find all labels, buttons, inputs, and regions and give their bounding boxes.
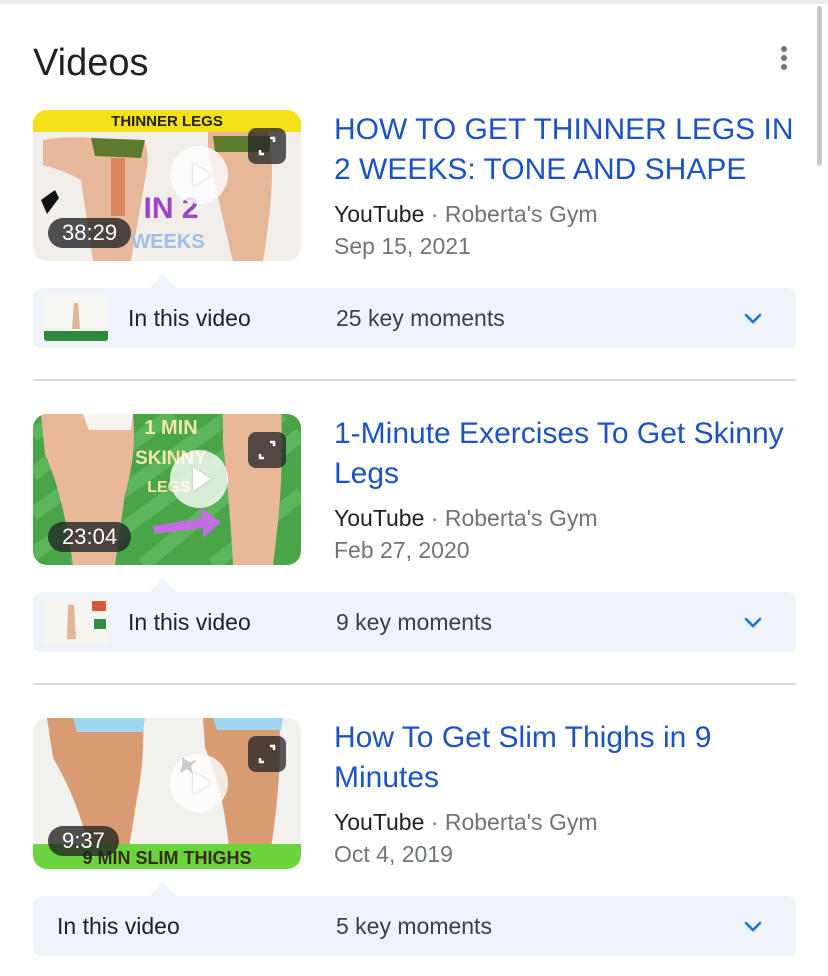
video-meta: YouTube · Roberta's Gym <box>334 198 598 230</box>
source-name: YouTube <box>334 201 425 227</box>
key-moments-toggle[interactable]: In this video 9 key moments <box>33 592 796 652</box>
panel-pointer <box>150 274 176 288</box>
expand-icon[interactable] <box>248 432 286 468</box>
video-title-link[interactable]: 1-Minute Exercises To Get Skinny Legs <box>334 414 804 494</box>
panel-pointer <box>150 578 176 592</box>
meta-separator: · <box>424 201 445 227</box>
key-moment-thumbnail <box>44 295 108 341</box>
thumb-caption: THINNER LEGS <box>111 113 223 130</box>
meta-separator: · <box>424 505 445 531</box>
publish-date: Feb 27, 2020 <box>334 537 470 563</box>
expand-icon[interactable] <box>248 736 286 772</box>
moments-count: 5 key moments <box>336 913 492 939</box>
video-meta: YouTube · Roberta's Gym <box>334 502 598 534</box>
source-name: YouTube <box>334 505 425 531</box>
top-border <box>0 0 828 4</box>
divider <box>33 379 796 381</box>
publish-date: Oct 4, 2019 <box>334 841 453 867</box>
moments-label: In this video <box>128 609 251 635</box>
video-result: 1 MIN SKINNY LEGS 23:04 1-Minute Exercis… <box>0 414 828 654</box>
chevron-down-icon[interactable] <box>741 914 765 938</box>
thumb-caption: 1 MIN <box>144 417 197 439</box>
more-vert-icon[interactable] <box>774 46 794 76</box>
duration-badge: 9:37 <box>48 826 119 856</box>
thumb-caption: WEEKS <box>131 231 204 253</box>
meta-separator: · <box>424 809 445 835</box>
expand-icon[interactable] <box>248 128 286 164</box>
panel-pointer <box>150 882 176 896</box>
moments-label: In this video <box>57 913 180 939</box>
key-moments-toggle[interactable]: In this video 5 key moments <box>33 896 796 956</box>
video-title-link[interactable]: HOW TO GET THINNER LEGS IN 2 WEEKS: TONE… <box>334 110 804 190</box>
channel-name: Roberta's Gym <box>444 809 598 835</box>
play-icon[interactable] <box>170 450 228 508</box>
moments-count: 25 key moments <box>336 305 505 331</box>
video-result: THINNER LEGS IN 2 WEEKS 38:29 HOW TO GET… <box>0 110 828 350</box>
publish-date: Sep 15, 2021 <box>334 233 471 259</box>
channel-name: Roberta's Gym <box>444 505 598 531</box>
video-title-link[interactable]: How To Get Slim Thighs in 9 Minutes <box>334 718 804 798</box>
play-icon[interactable] <box>170 754 228 812</box>
play-icon[interactable] <box>170 146 228 204</box>
video-result: 9 MIN SLIM THIGHS 9:37 How To Get Slim T… <box>0 718 828 958</box>
moments-count: 9 key moments <box>336 609 492 635</box>
chevron-down-icon[interactable] <box>741 306 765 330</box>
duration-badge: 23:04 <box>48 522 132 552</box>
chevron-down-icon[interactable] <box>741 610 765 634</box>
video-meta: YouTube · Roberta's Gym <box>334 806 598 838</box>
moments-label: In this video <box>128 305 251 331</box>
source-name: YouTube <box>334 809 425 835</box>
channel-name: Roberta's Gym <box>444 201 598 227</box>
section-title: Videos <box>33 42 149 84</box>
duration-badge: 38:29 <box>48 218 132 248</box>
divider <box>33 683 796 685</box>
key-moment-thumbnail <box>44 599 108 645</box>
key-moments-toggle[interactable]: In this video 25 key moments <box>33 288 796 348</box>
